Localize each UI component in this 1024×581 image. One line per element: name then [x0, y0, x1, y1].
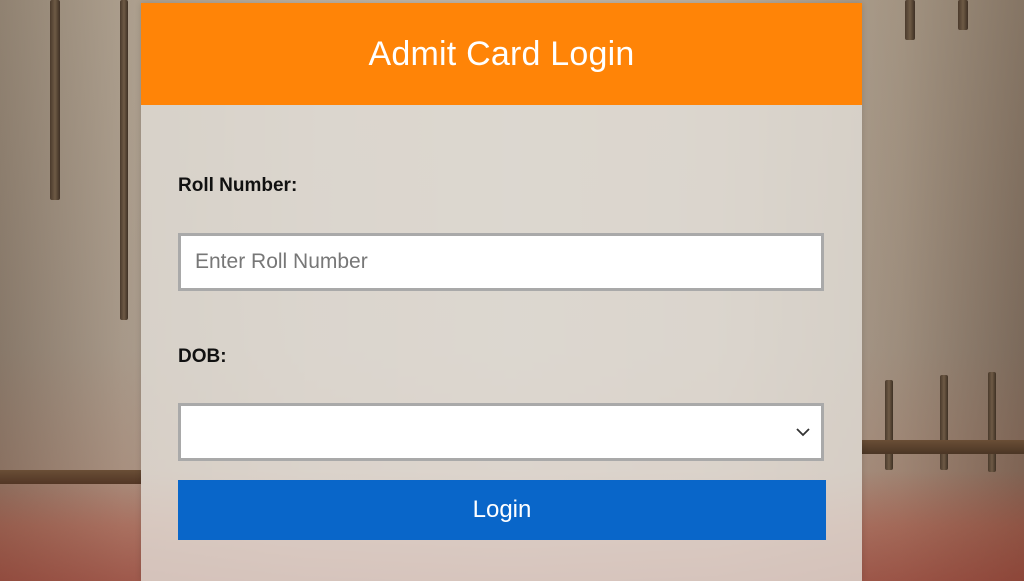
login-card: Admit Card Login Roll Number: DOB: Login — [141, 3, 862, 581]
background-pole — [50, 0, 60, 200]
roll-number-input[interactable] — [178, 233, 824, 291]
background-pole — [120, 0, 128, 320]
dob-select[interactable] — [178, 403, 824, 461]
background-beam — [862, 440, 1024, 454]
background-pole — [988, 372, 996, 472]
background-pole — [885, 380, 893, 470]
roll-number-label: Roll Number: — [178, 175, 298, 196]
background-pole — [958, 0, 968, 30]
background-pole — [905, 0, 915, 40]
chevron-down-icon — [796, 428, 810, 437]
login-button[interactable]: Login — [178, 480, 826, 540]
dob-label: DOB: — [178, 346, 227, 367]
card-header: Admit Card Login — [141, 3, 862, 105]
background-pole — [940, 375, 948, 470]
card-title: Admit Card Login — [368, 34, 635, 73]
